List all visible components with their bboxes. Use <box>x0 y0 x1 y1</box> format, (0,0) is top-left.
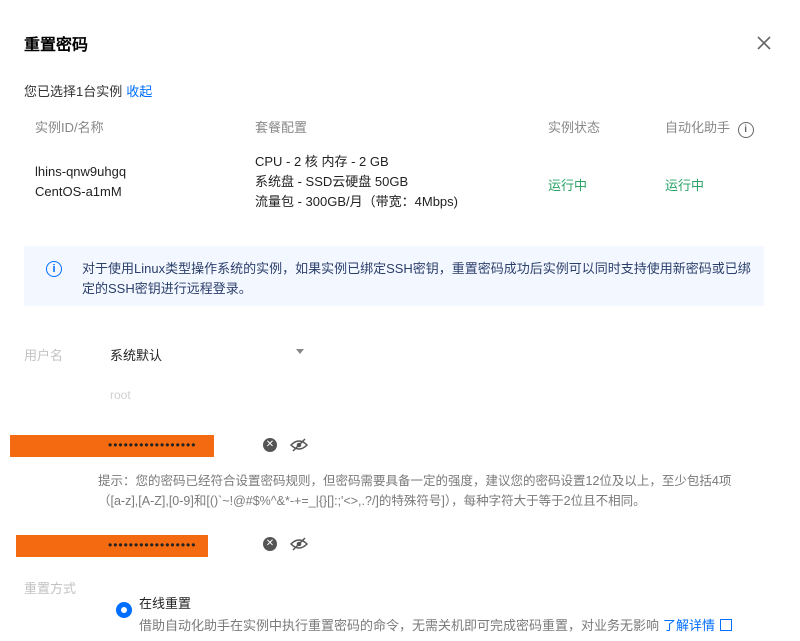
config-cell: CPU - 2 核 内存 - 2 GB 系统盘 - SSD云硬盘 50GB 流量… <box>255 152 458 212</box>
clear-icon[interactable]: ✕ <box>263 438 277 452</box>
instance-name: CentOS-a1mM <box>35 184 122 199</box>
username-label: 用户名 <box>24 348 64 363</box>
close-icon[interactable] <box>755 34 773 52</box>
new-password-input[interactable]: ••••••••••••••••• <box>108 438 196 452</box>
username-select[interactable]: 系统默认 <box>110 345 162 364</box>
instance-id[interactable]: lhins-qnw9uhgq <box>35 162 126 182</box>
config-traffic: 流量包 - 300GB/月（带宽：4Mbps) <box>255 194 458 209</box>
online-reset-label[interactable]: 在线重置 <box>139 593 191 612</box>
help-icon[interactable]: i <box>737 122 754 138</box>
confirm-password-input[interactable]: ••••••••••••••••• <box>108 538 196 552</box>
instance-status: 运行中 <box>548 178 588 193</box>
chevron-down-icon[interactable] <box>296 349 304 354</box>
notice-text: 对于使用Linux类型操作系统的实例，如果实例已绑定SSH密钥，重置密码成功后实… <box>82 261 751 296</box>
username-hint: root <box>110 388 131 402</box>
learn-more-link[interactable]: 了解详情 <box>663 618 715 633</box>
online-reset-desc-text: 借助自动化助手在实例中执行重置密码的命令，无需关机即可完成密码重置，对业务无影响 <box>139 618 660 633</box>
table-row: lhins-qnw9uhgq CentOS-a1mM <box>35 162 126 202</box>
clear-icon[interactable]: ✕ <box>263 537 277 551</box>
eye-hidden-icon[interactable] <box>290 537 308 551</box>
external-link-icon[interactable] <box>720 619 733 631</box>
header-agent-label: 自动化助手 <box>665 120 731 135</box>
header-instance-id: 实例ID/名称 <box>35 120 104 135</box>
header-instance-status: 实例状态 <box>548 120 601 135</box>
agent-status: 运行中 <box>665 178 705 193</box>
eye-hidden-icon[interactable] <box>290 438 308 452</box>
reset-method-label: 重置方式 <box>24 581 77 596</box>
dialog-title: 重置密码 <box>24 37 89 54</box>
config-cpu: CPU - 2 核 内存 - 2 GB <box>255 154 389 169</box>
config-disk: 系统盘 - SSD云硬盘 50GB <box>255 174 409 189</box>
radio-dot <box>121 607 127 613</box>
collapse-link[interactable]: 收起 <box>126 84 152 99</box>
header-config: 套餐配置 <box>255 120 308 135</box>
header-agent: 自动化助手 i <box>665 117 754 138</box>
online-reset-desc: 借助自动化助手在实例中执行重置密码的命令，无需关机即可完成密码重置，对业务无影响… <box>139 615 733 634</box>
selection-summary: 您已选择1台实例 收起 <box>24 81 152 100</box>
password-hint: 提示：您的密码已经符合设置密码规则，但密码需要具备一定的强度，建议您的密码设置1… <box>98 474 732 508</box>
selection-text: 您已选择1台实例 <box>24 84 123 99</box>
info-icon: i <box>46 261 62 277</box>
